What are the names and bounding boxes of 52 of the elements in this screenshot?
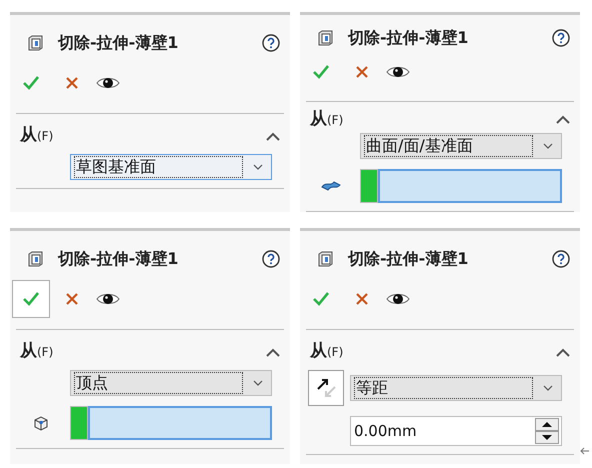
close-icon [355, 292, 369, 306]
close-icon [65, 292, 79, 306]
arrow-icon [580, 446, 590, 456]
close-icon [65, 76, 79, 90]
mnemonic-hint: (F) [327, 112, 344, 129]
panel-title: 切除-拉伸-薄壁1 [348, 27, 468, 50]
cube-icon [33, 415, 49, 431]
eye-icon [386, 292, 410, 306]
distance-field[interactable]: 0.00mm [350, 416, 562, 446]
eye-icon [96, 76, 120, 90]
section-label: 从 [20, 124, 37, 148]
panel-title: 切除-拉伸-薄壁1 [58, 248, 178, 270]
chevron-down-icon [543, 385, 553, 391]
section-label: 从 [310, 340, 327, 364]
mnemonic-hint: (F) [37, 128, 54, 145]
check-icon [22, 291, 40, 307]
check-icon [312, 291, 330, 307]
reverse-direction-button[interactable] [308, 370, 344, 406]
section-label: 从 [310, 108, 327, 131]
close-icon [355, 65, 369, 80]
collapse-button[interactable] [266, 348, 280, 356]
spin-buttons[interactable] [535, 418, 559, 444]
section-label: 从 [20, 340, 37, 364]
check-icon [22, 75, 40, 91]
dropdown[interactable]: 草图基准面 [70, 154, 272, 180]
feature-icon [316, 250, 334, 268]
panel-title: 切除-拉伸-薄壁1 [58, 32, 178, 54]
panel-title: 切除-拉伸-薄壁1 [348, 248, 468, 270]
help-icon[interactable] [262, 34, 280, 52]
eye-icon [96, 292, 120, 306]
dropdown[interactable]: 顶点 [70, 370, 272, 396]
ok-button[interactable] [12, 280, 50, 318]
help-icon[interactable] [262, 250, 280, 268]
feature-icon [316, 29, 334, 48]
collapse-button[interactable] [556, 115, 570, 124]
chevron-down-icon [253, 380, 263, 386]
mnemonic-hint: (F) [37, 344, 54, 361]
mnemonic-hint: (F) [327, 344, 344, 361]
arrows-icon [315, 377, 337, 399]
chevron-down-icon [543, 143, 553, 150]
dropdown[interactable]: 曲面/面/基准面 [360, 133, 562, 160]
chevron-down-icon [253, 164, 263, 170]
spin-arrows-icon [535, 418, 559, 444]
dropdown[interactable]: 等距 [350, 375, 562, 401]
feature-icon [26, 250, 44, 268]
collapse-button[interactable] [266, 132, 280, 140]
eye-icon [386, 65, 410, 80]
feature-icon [26, 34, 44, 52]
help-icon[interactable] [552, 250, 570, 268]
help-icon[interactable] [552, 29, 570, 48]
check-icon [312, 64, 330, 80]
collapse-button[interactable] [556, 348, 570, 356]
